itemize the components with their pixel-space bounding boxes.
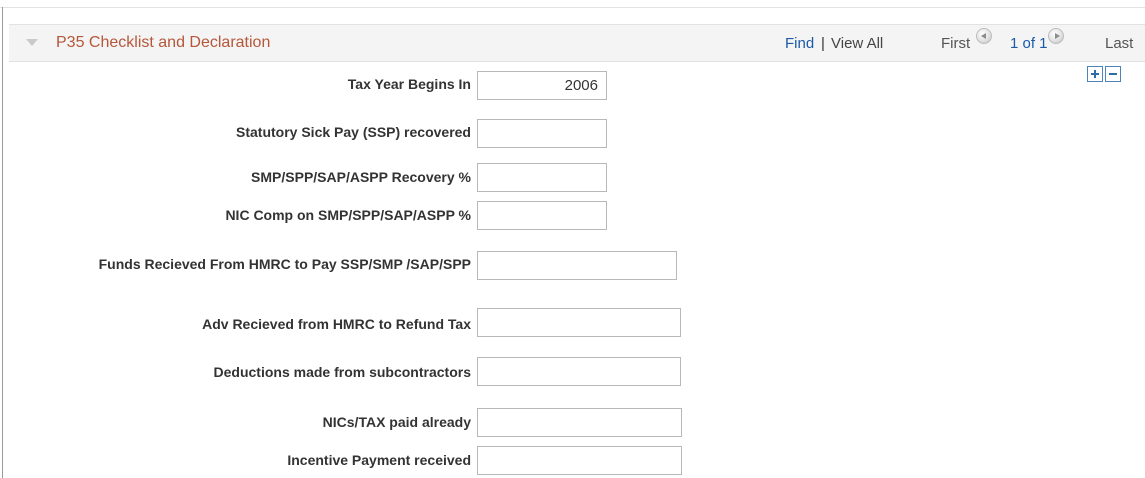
deductions-input[interactable] bbox=[477, 357, 681, 386]
find-link[interactable]: Find bbox=[785, 35, 814, 52]
row-count: 1 of 1 bbox=[1010, 35, 1048, 52]
next-arrow-glyph bbox=[1055, 33, 1060, 39]
left-divider bbox=[2, 7, 3, 478]
incentive-payment-label: Incentive Payment received bbox=[287, 452, 471, 468]
adv-received-label: Adv Recieved from HMRC to Refund Tax bbox=[202, 316, 471, 332]
view-all-link[interactable]: View All bbox=[831, 35, 883, 52]
first-link[interactable]: First bbox=[941, 35, 970, 52]
funds-received-label: Funds Recieved From HMRC to Pay SSP/SMP … bbox=[51, 255, 471, 274]
previous-arrow-glyph bbox=[981, 33, 986, 39]
ssp-recovered-label: Statutory Sick Pay (SSP) recovered bbox=[236, 124, 471, 140]
tax-year-label: Tax Year Begins In bbox=[347, 76, 471, 92]
nic-comp-pct-label: NIC Comp on SMP/SPP/SAP/ASPP % bbox=[225, 207, 471, 223]
deductions-label: Deductions made from subcontractors bbox=[213, 364, 472, 380]
next-circle-icon[interactable] bbox=[1048, 28, 1064, 44]
nic-comp-pct-input[interactable] bbox=[477, 201, 607, 230]
nav-separator: | bbox=[821, 35, 825, 52]
last-link[interactable]: Last bbox=[1105, 35, 1133, 52]
delete-row-button[interactable] bbox=[1105, 66, 1121, 82]
top-divider bbox=[0, 7, 1145, 8]
ssp-recovered-input[interactable] bbox=[477, 119, 607, 148]
nics-tax-paid-label: NICs/TAX paid already bbox=[322, 414, 471, 430]
tax-year-input[interactable] bbox=[477, 71, 607, 100]
add-row-button[interactable] bbox=[1087, 66, 1103, 82]
page: P35 Checklist and Declaration Find | Vie… bbox=[0, 0, 1145, 478]
collapse-triangle-icon[interactable] bbox=[26, 39, 38, 46]
section-header: P35 Checklist and Declaration Find | Vie… bbox=[9, 24, 1145, 62]
recovery-pct-input[interactable] bbox=[477, 163, 607, 192]
plus-icon-v bbox=[1094, 70, 1096, 78]
minus-icon bbox=[1109, 73, 1117, 75]
previous-circle-icon[interactable] bbox=[976, 28, 992, 44]
incentive-payment-input[interactable] bbox=[477, 446, 682, 475]
nics-tax-paid-input[interactable] bbox=[477, 408, 682, 437]
funds-received-label-text: Funds Recieved From HMRC to Pay SSP/SMP … bbox=[98, 256, 471, 272]
funds-received-input[interactable] bbox=[477, 251, 677, 280]
section-title: P35 Checklist and Declaration bbox=[56, 34, 271, 51]
recovery-pct-label: SMP/SPP/SAP/ASPP Recovery % bbox=[251, 169, 471, 185]
adv-received-input[interactable] bbox=[477, 308, 681, 337]
